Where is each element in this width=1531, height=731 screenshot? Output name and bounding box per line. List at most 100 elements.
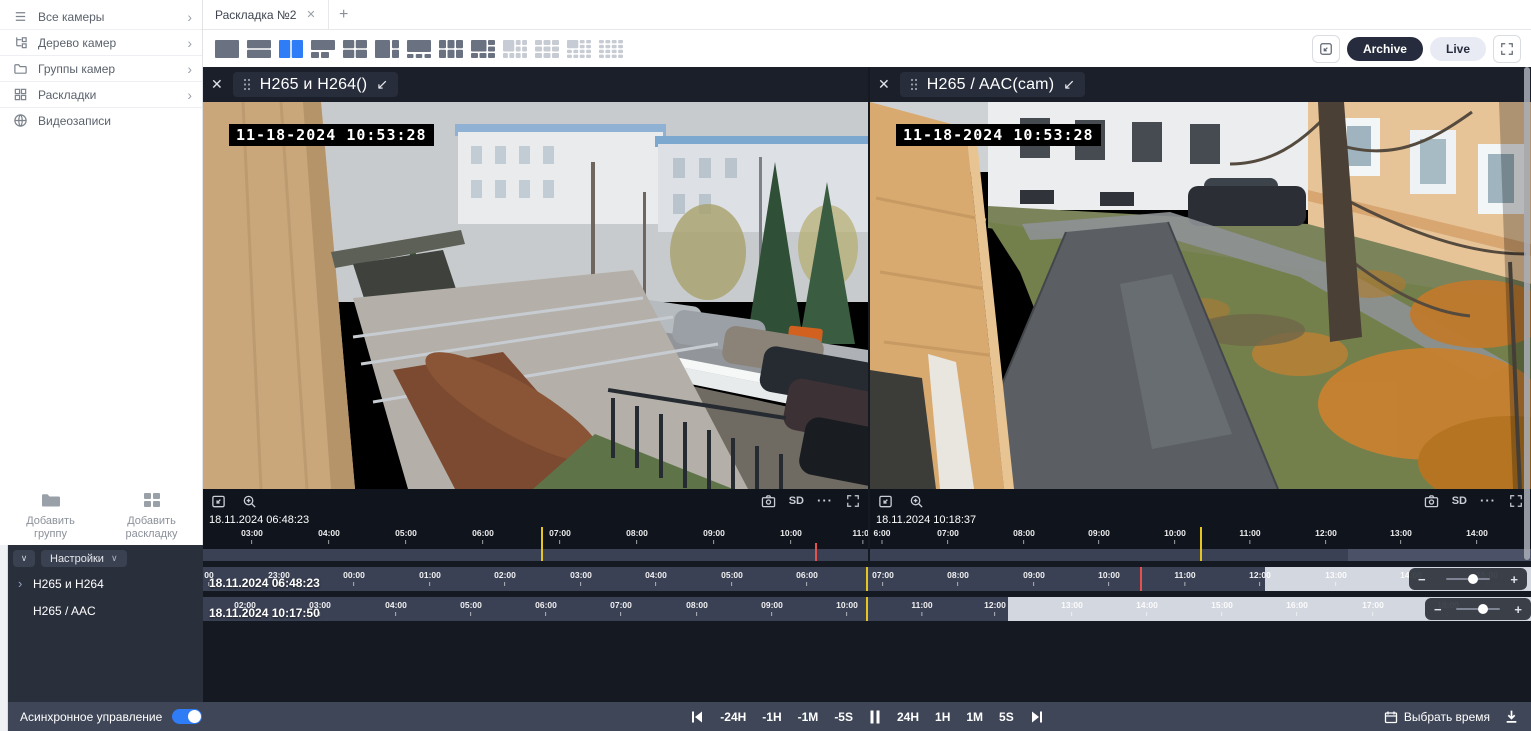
player-fullscreen-icon[interactable] [1509, 494, 1523, 508]
skip-to-end-button[interactable] [1030, 710, 1044, 724]
chevron-down-icon: ∨ [111, 553, 118, 564]
sidebar-item-camera-groups[interactable]: Группы камер› [0, 56, 202, 82]
zoom-in-button[interactable]: + [1514, 603, 1522, 616]
jump--1h-button[interactable]: -1H [762, 710, 781, 724]
zoom-slider-knob[interactable] [1468, 574, 1478, 584]
zoom-out-button[interactable]: − [1434, 603, 1442, 616]
jump-1m-button[interactable]: 1M [966, 710, 983, 724]
player-2: ✕ H265 / AAC(cam) ↙ [870, 67, 1531, 561]
sidebar-item-camera-tree[interactable]: Дерево камер› [0, 30, 202, 56]
tab-layout-2[interactable]: Раскладка №2 ✕ [203, 0, 329, 29]
layout-big-plus-7-button[interactable] [503, 40, 527, 58]
archive-button[interactable]: Archive [1347, 37, 1423, 61]
jump-1h-button[interactable]: 1H [935, 710, 950, 724]
tick-03:00: 03:00 [570, 570, 592, 586]
player-2-osd-timestamp: 11-18-2024 10:53:28 [896, 124, 1101, 146]
toggle-knob [188, 710, 201, 723]
add-layout-button[interactable]: Добавить раскладку [106, 492, 198, 541]
jump--24h-button[interactable]: -24H [720, 710, 746, 724]
pip-icon[interactable] [878, 494, 893, 509]
zoom-out-button[interactable]: − [1418, 573, 1426, 586]
layout-3x2-button[interactable] [439, 40, 463, 58]
master-timeline-1[interactable]: 0023:0000:0001:0002:0003:0004:0005:0006:… [203, 567, 1531, 591]
player-1-archive-band[interactable] [203, 549, 868, 561]
camera-groups-icon [12, 61, 28, 77]
sidebar-item-recordings[interactable]: Видеозаписи [0, 108, 202, 133]
tick-02:00: 02:00 [494, 570, 516, 586]
zoom-slider-knob[interactable] [1478, 604, 1488, 614]
player-1-playhead[interactable] [541, 527, 543, 561]
master-timeline-2[interactable]: 02:0003:0004:0005:0006:0007:0008:0009:00… [203, 597, 1531, 621]
quality-badge[interactable]: SD [789, 495, 804, 507]
tick-09:00: 09:00 [761, 600, 783, 616]
layout-2-rows-button[interactable] [247, 40, 271, 58]
layout-2-cols-button[interactable] [279, 40, 303, 58]
sidebar-item-all-cameras[interactable]: Все камеры› [0, 4, 202, 30]
tick-10:00: 10:00 [1098, 570, 1120, 586]
player-1-timeline: 18.11.2024 06:48:23 03:0004:0005:0006:00… [203, 513, 868, 561]
player-2-title-chip[interactable]: H265 / AAC(cam) ↙ [900, 72, 1085, 97]
zoom-in-icon[interactable] [242, 494, 257, 509]
layout-1-button[interactable] [215, 40, 239, 58]
player-1-title: H265 и H264() [260, 76, 368, 94]
layout-4x4-button[interactable] [599, 40, 623, 58]
pip-icon[interactable] [211, 494, 226, 509]
tick-04:00: 04:00 [645, 570, 667, 586]
layout-3x3-button[interactable] [535, 40, 559, 58]
player-2-playhead[interactable] [1200, 527, 1202, 561]
jump-5s-button[interactable]: 5S [999, 710, 1014, 724]
jump--5s-button[interactable]: -5S [834, 710, 853, 724]
layout-1-plus-3-button[interactable] [407, 40, 431, 58]
add-layout-label-2: раскладку [106, 528, 198, 541]
layout-big-plus-11-button[interactable] [567, 40, 591, 58]
jump--1m-button[interactable]: -1M [798, 710, 819, 724]
player-1-ticks[interactable]: 03:0004:0005:0006:0007:0008:0009:0010:00… [203, 527, 868, 549]
add-group-label-1: Добавить [5, 515, 97, 528]
layout-big-plus-5-button[interactable] [471, 40, 495, 58]
layout-big-left-button[interactable] [375, 40, 399, 58]
tick-16:00: 16:00 [1286, 600, 1308, 616]
skip-to-start-button[interactable] [690, 710, 704, 724]
tab-close-icon[interactable]: ✕ [306, 8, 315, 21]
sidebar-item-layouts[interactable]: Раскладки› [0, 82, 202, 108]
async-control-toggle[interactable] [172, 709, 202, 724]
layout-1-plus-2-button[interactable] [311, 40, 335, 58]
player-1-video[interactable]: 11-18-2024 10:53:28 [203, 102, 868, 489]
jump-24h-button[interactable]: 24H [897, 710, 919, 724]
popout-button[interactable] [1312, 35, 1340, 63]
new-tab-button[interactable]: + [329, 0, 359, 29]
zoom-slider[interactable] [1446, 578, 1490, 580]
more-options-icon[interactable]: ··· [1480, 497, 1496, 505]
player-2-video[interactable]: 11-18-2024 10:53:28 [870, 102, 1531, 489]
layout-big-plus-7-icon [503, 40, 527, 58]
tick-01:00: 01:00 [419, 570, 441, 586]
panel-camera-1[interactable]: › H265 и H264 [8, 576, 203, 591]
player-fullscreen-icon[interactable] [846, 494, 860, 508]
snapshot-icon[interactable] [761, 494, 776, 508]
player-1-title-chip[interactable]: H265 и H264() ↙ [233, 72, 398, 97]
rewind-buttons: -24H -1H -1M -5S [720, 710, 853, 724]
collapse-panel-button[interactable]: ∨ [13, 550, 35, 567]
quality-badge[interactable]: SD [1452, 495, 1467, 507]
snapshot-icon[interactable] [1424, 494, 1439, 508]
live-button[interactable]: Live [1430, 37, 1486, 61]
download-icon[interactable] [1504, 709, 1519, 724]
player-1-minimize-icon[interactable]: ↙ [376, 76, 388, 93]
master-1-playhead[interactable] [866, 567, 868, 591]
zoom-in-button[interactable]: + [1510, 573, 1518, 586]
settings-dropdown[interactable]: Настройки ∨ [41, 550, 127, 567]
select-time-button[interactable]: Выбрать время [1384, 710, 1490, 724]
player-1-close-icon[interactable]: ✕ [211, 76, 223, 93]
stage-scrollbar[interactable] [1524, 67, 1530, 560]
layout-2x2-button[interactable] [343, 40, 367, 58]
panel-camera-2[interactable]: H265 / AAC [8, 604, 203, 618]
more-options-icon[interactable]: ··· [817, 497, 833, 505]
pause-button[interactable] [869, 710, 881, 724]
zoom-slider[interactable] [1456, 608, 1500, 610]
zoom-in-icon[interactable] [909, 494, 924, 509]
master-2-playhead[interactable] [866, 597, 868, 621]
fullscreen-button[interactable] [1493, 35, 1521, 63]
player-2-close-icon[interactable]: ✕ [878, 76, 890, 93]
player-2-minimize-icon[interactable]: ↙ [1063, 76, 1075, 93]
add-group-button[interactable]: Добавить группу [5, 492, 97, 541]
